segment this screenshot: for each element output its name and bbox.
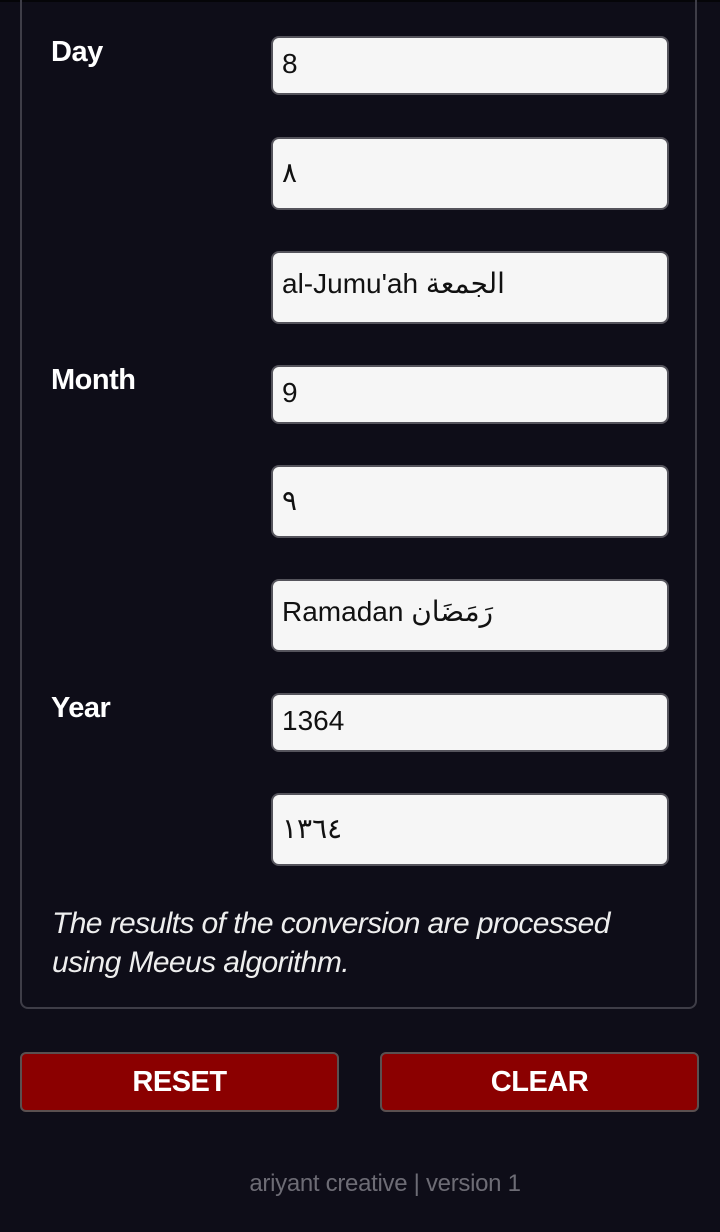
reset-button[interactable]: RESET xyxy=(20,1052,339,1112)
algorithm-note: The results of the conversion are proces… xyxy=(52,907,610,979)
month-arabic-value: ٩ xyxy=(282,485,298,516)
day-arabic-field[interactable]: ٨ xyxy=(271,137,669,210)
year-label: Year xyxy=(51,692,111,724)
day-label: Day xyxy=(51,36,103,68)
day-arabic-value: ٨ xyxy=(282,157,298,188)
day-name-field[interactable]: al-Jumu'ah الجمعة xyxy=(271,251,669,324)
year-arabic-field[interactable]: ١٣٦٤ xyxy=(271,793,669,866)
month-label: Month xyxy=(51,364,136,396)
day-latin-field[interactable]: 8 xyxy=(271,36,669,95)
month-latin-value: 9 xyxy=(282,377,298,408)
year-arabic-value: ١٣٦٤ xyxy=(282,813,343,844)
clear-button[interactable]: CLEAR xyxy=(380,1052,699,1112)
footer-credit: ariyant creative | version 1 xyxy=(249,1170,521,1197)
month-arabic-field[interactable]: ٩ xyxy=(271,465,669,538)
year-latin-value: 1364 xyxy=(282,705,345,736)
month-latin-field[interactable]: 9 xyxy=(271,365,669,424)
year-latin-field[interactable]: 1364 xyxy=(271,693,669,752)
day-name-value: al-Jumu'ah الجمعة xyxy=(282,268,505,299)
month-name-value: Ramadan رَمَضَان xyxy=(282,596,494,627)
day-latin-value: 8 xyxy=(282,48,298,79)
month-name-field[interactable]: Ramadan رَمَضَان xyxy=(271,579,669,652)
